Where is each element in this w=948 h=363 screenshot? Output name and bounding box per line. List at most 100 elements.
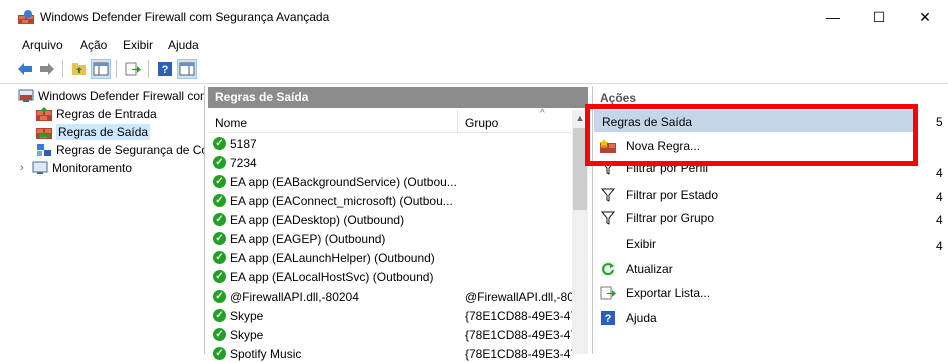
export-icon [600, 285, 616, 301]
tree-item-regras-seguranca[interactable]: Regras de Segurança de Cor [36, 141, 204, 158]
close-button[interactable]: ✕ [902, 0, 948, 34]
action-exportar-lista[interactable]: Exportar Lista... [600, 283, 710, 303]
rule-name: Skype [230, 308, 264, 323]
action-exibir[interactable]: Exibir [600, 234, 656, 254]
action-label: Ajuda [626, 311, 657, 325]
rule-name: EA app (EALocalHostSvc) (Outbound) [230, 269, 434, 284]
submenu-arrow-icon: 4 [936, 239, 943, 253]
rule-name: EA app (EAGEP) (Outbound) [230, 231, 386, 246]
table-row[interactable]: ✓ EA app (EALocalHostSvc) (Outbound) [213, 267, 433, 286]
column-divider[interactable] [457, 110, 458, 132]
rule-name: @FirewallAPI.dll,-80204 [230, 289, 359, 304]
actions-title: Ações [600, 91, 637, 105]
submenu-arrow-icon: 4 [936, 166, 943, 180]
tree-item-regras-entrada[interactable]: Regras de Entrada [36, 105, 157, 122]
filter-icon [600, 187, 616, 203]
tree-item-label: Regras de Saída [56, 123, 151, 140]
menu-arquivo[interactable]: Arquivo [22, 38, 63, 52]
action-filtrar-estado[interactable]: Filtrar por Estado [600, 185, 718, 205]
sort-up-icon: ^ [540, 108, 545, 119]
action-filtrar-grupo[interactable]: Filtrar por Grupo [600, 208, 714, 228]
enabled-check-icon: ✓ [213, 290, 226, 303]
enabled-check-icon: ✓ [213, 270, 226, 283]
tree-item-monitoramento[interactable]: › Monitoramento [20, 159, 132, 176]
enabled-check-icon: ✓ [213, 232, 226, 245]
show-actions-icon[interactable] [177, 59, 197, 79]
enabled-check-icon: ✓ [213, 309, 226, 322]
minimize-button[interactable]: — [810, 0, 856, 34]
rule-name: Skype [230, 327, 264, 342]
menu-exibir[interactable]: Exibir [123, 38, 153, 52]
action-label: Filtrar por Grupo [626, 211, 715, 225]
action-label: Filtrar por Estado [626, 188, 719, 202]
security-rules-icon [37, 143, 51, 156]
action-label: Exportar Lista... [626, 286, 711, 300]
enabled-check-icon: ✓ [213, 251, 226, 264]
rule-group: {78E1CD88-49E3-476... [465, 308, 572, 323]
enabled-check-icon: ✓ [213, 213, 226, 226]
outbound-rules-icon [36, 127, 52, 139]
menu-acao[interactable]: Ação [80, 38, 107, 52]
table-row[interactable]: ✓ Skype [213, 325, 263, 344]
table-row[interactable]: ✓ @FirewallAPI.dll,-80204 [213, 287, 359, 306]
column-header-name[interactable]: Nome [215, 116, 247, 130]
refresh-icon [600, 261, 616, 277]
rule-name: EA app (EABackgroundService) (Outbou... [230, 174, 457, 189]
table-row[interactable]: ✓ 7234 [213, 153, 257, 172]
export-list-icon[interactable] [124, 60, 142, 78]
table-row[interactable]: ✓ EA app (EAGEP) (Outbound) [213, 229, 385, 248]
table-row[interactable]: ✓ EA app (EADesktop) (Outbound) [213, 210, 404, 229]
help-icon: ? [600, 310, 616, 326]
tree-root[interactable]: Windows Defender Firewall com [18, 87, 204, 104]
collapse-arrow-icon[interactable]: 5 [936, 115, 943, 129]
action-ajuda[interactable]: ? Ajuda [600, 308, 657, 328]
tree-item-regras-saida[interactable]: Regras de Saída [36, 123, 151, 140]
svg-text:?: ? [605, 313, 612, 325]
tree-item-label: Regras de Segurança de Cor [56, 142, 204, 157]
blank-icon [600, 236, 616, 252]
highlight-box [585, 104, 918, 166]
center-pane-header: Regras de Saída [208, 87, 588, 108]
rule-group: @FirewallAPI.dll,-80... [465, 289, 572, 304]
rule-name: 5187 [230, 136, 257, 151]
action-atualizar[interactable]: Atualizar [600, 259, 673, 279]
tree-root-label: Windows Defender Firewall com [38, 88, 204, 103]
table-row[interactable]: ✓ EA app (EAConnect_microsoft) (Outbou... [213, 191, 453, 210]
submenu-arrow-icon: 4 [936, 190, 943, 204]
firewall-icon [18, 89, 34, 102]
enabled-check-icon: ✓ [213, 328, 226, 341]
column-header-row [208, 110, 572, 133]
tree-item-label: Monitoramento [52, 160, 133, 175]
inbound-rules-icon [36, 106, 52, 121]
table-row[interactable]: ✓ EA app (EALaunchHelper) (Outbound) [213, 248, 435, 267]
action-label: Atualizar [626, 262, 673, 276]
action-label: Exibir [626, 237, 657, 251]
enabled-check-icon: ✓ [213, 175, 226, 188]
enabled-check-icon: ✓ [213, 137, 226, 150]
toolbar-separator [148, 60, 149, 78]
table-row[interactable]: ✓ EA app (EABackgroundService) (Outbou... [213, 172, 457, 191]
rule-group: {78E1CD88-49E3-476... [465, 327, 572, 342]
column-header-group[interactable]: Grupo [465, 116, 498, 130]
enabled-check-icon: ✓ [213, 156, 226, 169]
table-row[interactable]: ✓ Skype [213, 306, 263, 325]
window-title: Windows Defender Firewall com Segurança … [40, 10, 330, 24]
rule-name: 7234 [230, 155, 257, 170]
show-tree-icon[interactable] [91, 59, 111, 79]
svg-text:?: ? [162, 64, 169, 76]
table-row[interactable]: ✓ 5187 [213, 134, 257, 153]
center-pane-title: Regras de Saída [215, 90, 309, 104]
toolbar-separator [116, 60, 117, 78]
help-icon[interactable]: ? [156, 60, 174, 78]
monitoring-icon [32, 161, 48, 174]
tree-item-label: Regras de Entrada [56, 106, 157, 121]
chevron-right-icon[interactable]: › [20, 162, 32, 174]
back-icon[interactable] [16, 60, 34, 78]
forward-icon[interactable] [38, 60, 56, 78]
rule-name: EA app (EADesktop) (Outbound) [230, 212, 405, 227]
folder-up-icon[interactable] [70, 60, 88, 78]
maximize-button[interactable]: ☐ [856, 0, 902, 34]
enabled-check-icon: ✓ [213, 194, 226, 207]
menu-ajuda[interactable]: Ajuda [168, 38, 199, 52]
filter-icon [600, 210, 616, 226]
